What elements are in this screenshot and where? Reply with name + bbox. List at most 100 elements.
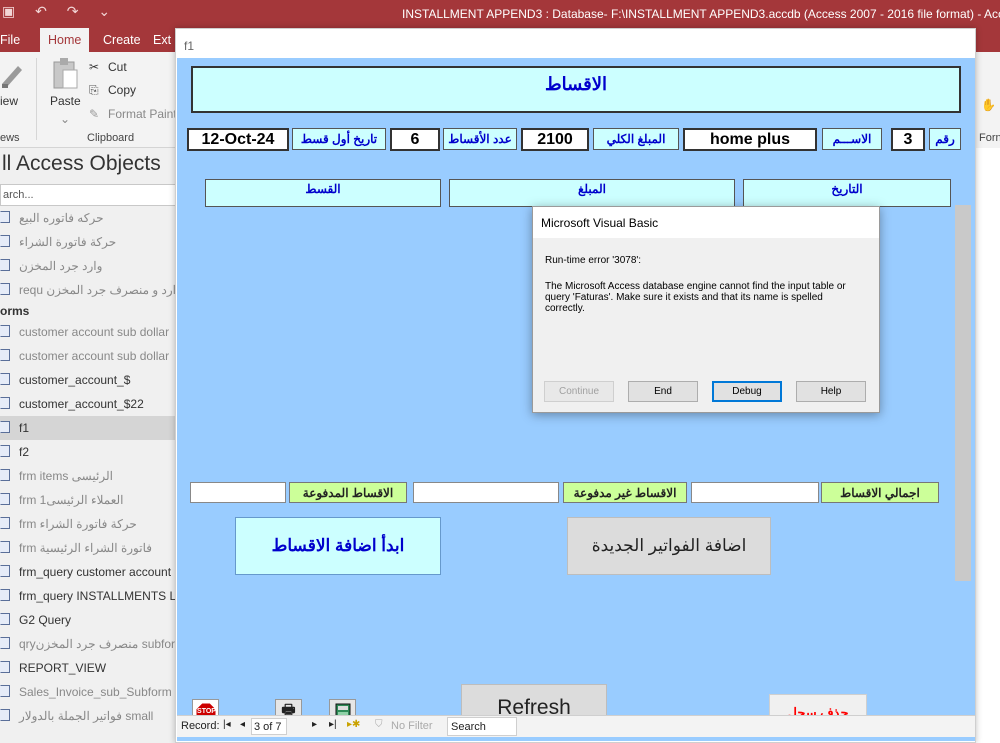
- subform-scrollbar[interactable]: [955, 205, 971, 581]
- error-message-text: The Microsoft Access database engine can…: [545, 281, 846, 314]
- number-label: رقم: [929, 128, 961, 150]
- clipboard-group-label: Clipboard: [87, 132, 135, 144]
- help-button[interactable]: Help: [796, 381, 866, 402]
- form-icon: [0, 661, 10, 673]
- form-icon: [0, 709, 10, 721]
- nav-item-query[interactable]: وارد و منصرف جرد المخزن requ: [0, 278, 176, 302]
- nav-item-form[interactable]: frm حركة فاتورة الشراء: [0, 512, 176, 536]
- installment-count-field[interactable]: 6: [390, 128, 440, 151]
- nav-item-form[interactable]: frm items الرئيسى: [0, 464, 176, 488]
- new-record-icon[interactable]: ▸✱: [347, 719, 360, 730]
- first-record-icon[interactable]: |◂: [223, 719, 231, 730]
- query-icon: [0, 235, 10, 247]
- nav-item-form[interactable]: Sales_Invoice_sub_Subform: [0, 680, 176, 704]
- dialog-title: Microsoft Visual Basic: [533, 207, 879, 238]
- continue-button[interactable]: Continue: [544, 381, 614, 402]
- form-window-title: f1: [184, 39, 195, 53]
- paid-installments-field[interactable]: [190, 482, 286, 503]
- format-painter-button[interactable]: Format Paint: [108, 107, 177, 121]
- nav-item-form[interactable]: frm_query INSTALLMENTS Lis: [0, 584, 176, 608]
- total-installments-field[interactable]: [691, 482, 819, 503]
- format-painter-icon: ✎: [89, 107, 100, 121]
- last-record-icon[interactable]: ▸|: [329, 719, 337, 730]
- tab-home[interactable]: Home: [40, 28, 90, 52]
- paid-installments-label: الاقساط المدفوعة: [289, 482, 407, 503]
- ribbon-separator: [36, 58, 37, 140]
- navigation-pane: ll Access Objects arch... حركه فاتوره ال…: [0, 148, 176, 743]
- column-header-date: التاريخ: [743, 179, 951, 207]
- previous-record-icon[interactable]: ◂: [240, 719, 245, 730]
- nav-item-form[interactable]: frm فاتورة الشراء الرئيسية: [0, 536, 176, 560]
- tab-file[interactable]: File: [0, 33, 20, 47]
- view-icon[interactable]: [0, 60, 24, 90]
- next-record-icon[interactable]: ▸: [312, 719, 317, 730]
- start-adding-installments-button[interactable]: ابدأ اضافة الاقساط: [235, 517, 441, 575]
- nav-item-query[interactable]: حركة فاتورة الشراء: [0, 230, 176, 254]
- nav-item-form-selected[interactable]: f1: [0, 416, 176, 440]
- nav-item-form[interactable]: REPORT_VIEW: [0, 656, 176, 680]
- nav-item-form[interactable]: frm 1العملاء الرئيسى: [0, 488, 176, 512]
- end-button[interactable]: End: [628, 381, 698, 402]
- number-field[interactable]: 3: [891, 128, 925, 151]
- nav-item-form[interactable]: customer account sub dollar: [0, 344, 176, 368]
- form-icon: [0, 469, 10, 481]
- nav-item-form[interactable]: customer_account_$22: [0, 392, 176, 416]
- nav-item-form[interactable]: qryمنصرف جرد المخزن subfor: [0, 632, 176, 656]
- form-icon: [0, 349, 10, 361]
- record-position-input[interactable]: 3 of 7: [251, 718, 287, 735]
- quick-access-toolbar-icons[interactable]: ▣ ↶ ↷ ⌄: [2, 3, 118, 20]
- total-installments-label: اجمالي الاقساط: [821, 482, 939, 503]
- tab-create[interactable]: Create: [103, 33, 141, 47]
- ribbon-right-fragment: ✋ Forn: [975, 52, 1000, 148]
- nav-item-form[interactable]: customer account sub dollar: [0, 320, 176, 344]
- unpaid-installments-field[interactable]: [413, 482, 559, 503]
- nav-forms-header[interactable]: orms: [0, 304, 29, 318]
- unpaid-installments-label: الاقساط غير مدفوعة: [563, 482, 687, 503]
- installment-count-label: عدد الأقساط: [443, 128, 517, 150]
- nav-item-form[interactable]: customer_account_$: [0, 368, 176, 392]
- debug-button[interactable]: Debug: [712, 381, 782, 402]
- first-installment-date-field[interactable]: 12-Oct-24: [187, 128, 289, 151]
- form-icon: [0, 493, 10, 505]
- form-header-title: الاقساط: [191, 66, 961, 113]
- add-new-invoices-button[interactable]: اضافة الفواتير الجديدة: [567, 517, 771, 575]
- total-amount-field[interactable]: 2100: [521, 128, 589, 151]
- paste-icon[interactable]: [50, 56, 80, 92]
- hand-icon: ✋: [981, 98, 996, 112]
- total-amount-label: المبلغ الكلي: [593, 128, 679, 150]
- error-code-text: Run-time error '3078':: [545, 255, 642, 266]
- column-header-amount: المبلغ: [449, 179, 735, 207]
- nav-item-form[interactable]: frm_query customer account: [0, 560, 176, 584]
- record-label: Record:: [181, 720, 220, 732]
- paste-dropdown-icon[interactable]: ⌄: [60, 112, 70, 126]
- form-icon: [0, 637, 10, 649]
- ribbon-group-fragment: Forn: [979, 132, 1000, 144]
- view-button[interactable]: iew: [0, 94, 18, 108]
- name-label: الاســـم: [822, 128, 882, 150]
- nav-search-input[interactable]: arch...: [0, 184, 176, 206]
- paste-button[interactable]: Paste: [50, 94, 81, 108]
- nav-item-form[interactable]: G2 Query: [0, 608, 176, 632]
- form-icon: [0, 685, 10, 697]
- form-icon: [0, 373, 10, 385]
- nav-pane-title[interactable]: ll Access Objects: [2, 152, 161, 176]
- nav-item-form[interactable]: f2: [0, 440, 176, 464]
- no-filter-indicator[interactable]: No Filter: [391, 720, 433, 732]
- copy-button[interactable]: Copy: [108, 83, 136, 97]
- form-icon: [0, 613, 10, 625]
- scissors-icon: ✂: [89, 60, 100, 74]
- name-field[interactable]: home plus: [683, 128, 817, 151]
- nav-item-query[interactable]: حركه فاتوره البيع: [0, 206, 176, 230]
- form-icon: [0, 541, 10, 553]
- nav-item-form[interactable]: small فواتير الجملة بالدولار: [0, 704, 176, 728]
- nav-item-query[interactable]: وارد جرد المخزن: [0, 254, 176, 278]
- form-icon: [0, 445, 10, 457]
- query-icon: [0, 259, 10, 271]
- vb-error-dialog: Microsoft Visual Basic Run-time error '3…: [532, 206, 880, 413]
- cut-button[interactable]: Cut: [108, 60, 127, 74]
- record-search-input[interactable]: Search: [447, 717, 517, 736]
- record-navigation-bar: Record: |◂ ◂ 3 of 7 ▸ ▸| ▸✱ ⛉ No Filter …: [177, 715, 975, 737]
- form-icon: [0, 397, 10, 409]
- form-icon: [0, 517, 10, 529]
- tab-external-data[interactable]: Ext: [153, 33, 171, 47]
